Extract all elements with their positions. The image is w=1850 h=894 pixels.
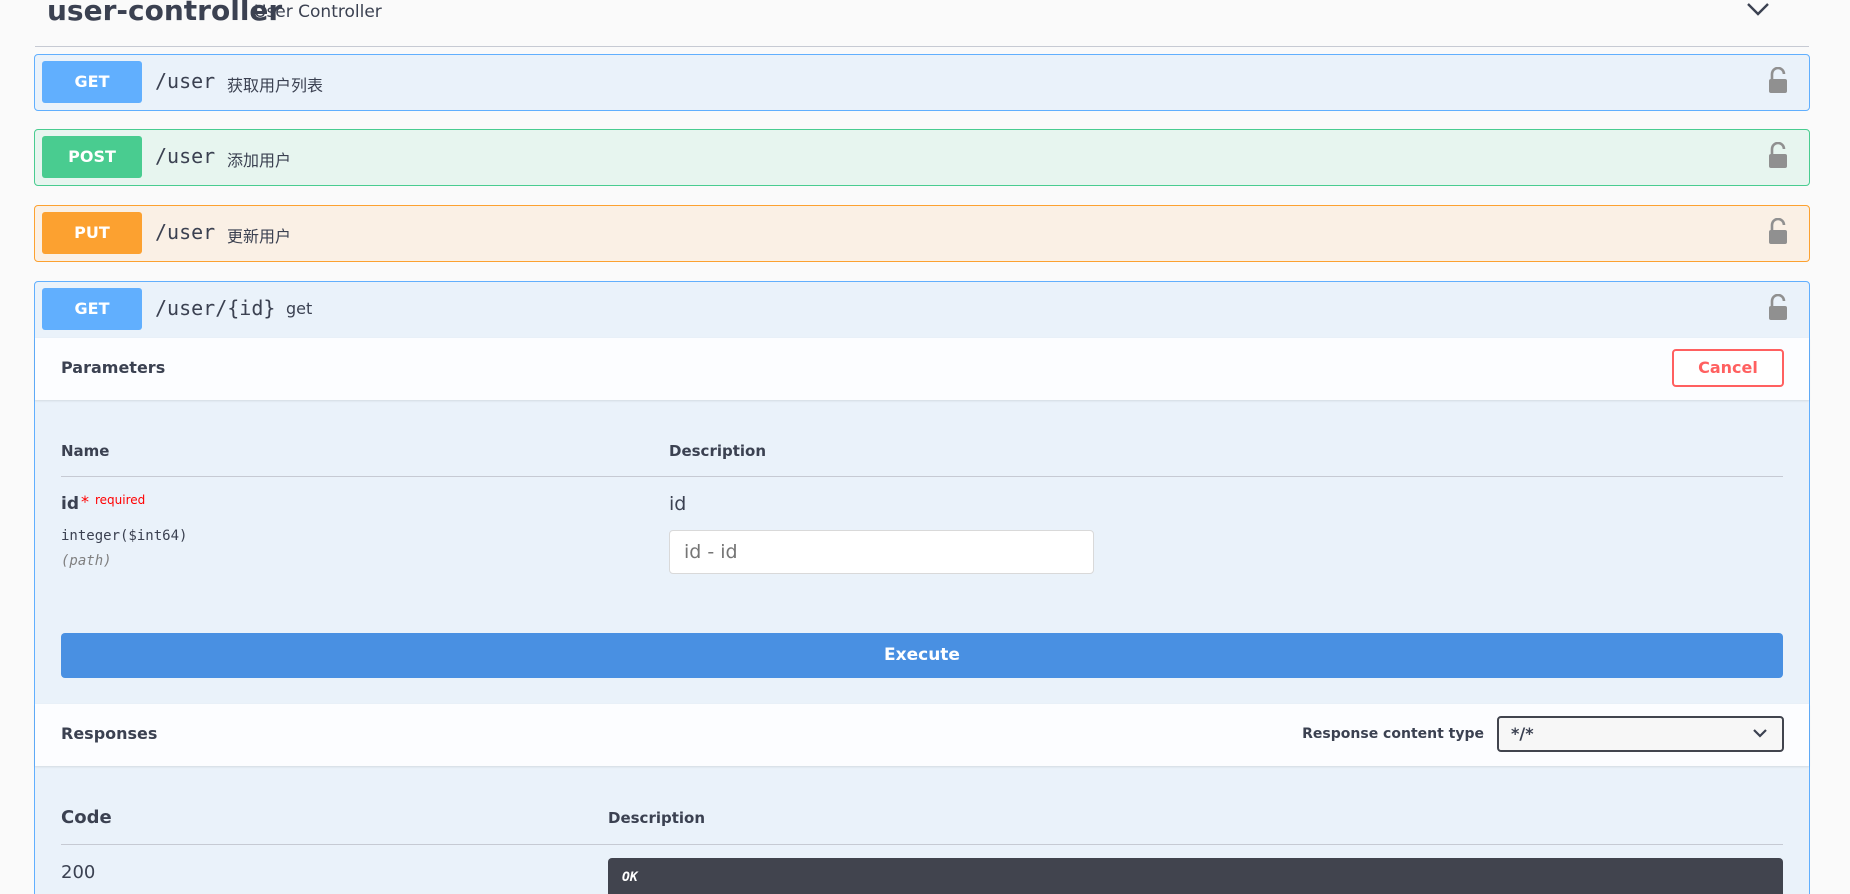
unlock-icon[interactable]	[1767, 218, 1789, 246]
opblock-get-user[interactable]: GET /user 获取用户列表	[34, 54, 1810, 111]
parameter-name: id	[61, 494, 79, 514]
opblock-summary[interactable]: POST /user 添加用户	[35, 130, 1809, 185]
tag-header[interactable]: user-controller User Controller	[35, 0, 1809, 47]
method-badge: PUT	[42, 212, 142, 254]
parameter-description: id	[669, 493, 687, 515]
response-description: OK	[622, 870, 638, 885]
tag-description: User Controller	[254, 2, 382, 22]
endpoint-path: /user	[155, 144, 216, 168]
endpoint-path: /user	[155, 220, 216, 244]
unlock-icon[interactable]	[1767, 294, 1789, 322]
opblock-summary[interactable]: GET /user 获取用户列表	[35, 55, 1809, 110]
opblock-get-user-id: GET /user/{id} get Parameters Cancel Nam…	[34, 281, 1810, 894]
opblock-summary[interactable]: PUT /user 更新用户	[35, 206, 1809, 261]
table-divider	[61, 844, 1783, 845]
method-badge: POST	[42, 136, 142, 178]
opblock-put-user[interactable]: PUT /user 更新用户	[34, 205, 1810, 262]
endpoint-summary: 获取用户列表	[227, 76, 324, 95]
execute-button[interactable]: Execute	[61, 633, 1783, 678]
required-mark: *	[81, 492, 89, 511]
required-label: required	[95, 493, 146, 507]
method-badge: GET	[42, 288, 142, 330]
content-type-select[interactable]: */*	[1497, 716, 1784, 752]
parameter-type: integer($int64)	[61, 528, 188, 544]
endpoint-path: /user	[155, 69, 216, 93]
unlock-icon[interactable]	[1767, 142, 1789, 170]
endpoint-summary: 添加用户	[227, 151, 292, 170]
tag-title[interactable]: user-controller	[47, 0, 282, 27]
unlock-icon[interactable]	[1767, 67, 1789, 95]
id-input[interactable]	[669, 530, 1094, 574]
response-description-box: OK	[608, 858, 1783, 894]
response-description-header: Description	[608, 809, 706, 827]
chevron-down-icon[interactable]	[1745, 0, 1771, 20]
content-type-value: */*	[1511, 724, 1534, 743]
responses-title: Responses	[61, 724, 158, 743]
parameter-row: id * required integer($int64) (path) id	[35, 338, 1809, 638]
parameter-location: (path)	[61, 553, 112, 569]
response-code: 200	[61, 862, 96, 883]
endpoint-summary: 更新用户	[227, 227, 292, 246]
chevron-down-icon	[1753, 729, 1767, 738]
column-code-header: Code	[61, 807, 112, 828]
content-type-label: Response content type	[1302, 726, 1484, 742]
method-badge: GET	[42, 61, 142, 103]
endpoint-summary: get	[286, 299, 313, 318]
responses-header: Responses Response content type */*	[35, 704, 1809, 766]
swagger-page: user-controller User Controller GET /use…	[0, 0, 1850, 894]
endpoint-path: /user/{id}	[155, 296, 276, 320]
opblock-summary[interactable]: GET /user/{id} get	[35, 282, 1809, 337]
opblock-post-user[interactable]: POST /user 添加用户	[34, 129, 1810, 186]
